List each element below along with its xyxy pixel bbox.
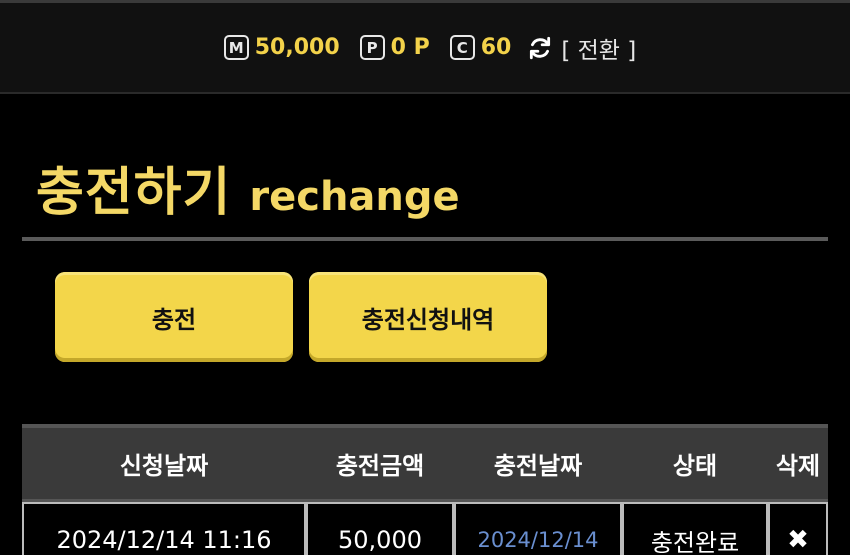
wallet-money: M 50,000 (223, 35, 340, 60)
header-request-date: 신청날짜 (119, 452, 209, 480)
cell-amount: 50,000 (306, 502, 454, 555)
cell-delete: ✖ (768, 502, 828, 555)
cell-request-date: 2024/12/14 11:16 (22, 502, 306, 555)
title-divider (22, 237, 828, 241)
header-amount: 충전금액 (335, 452, 425, 480)
table-header: 신청날짜 충전금액 충전날짜 상태 삭제 (22, 424, 828, 502)
page-title-english: rechange (249, 174, 460, 220)
refresh-icon (530, 36, 551, 59)
point-icon: P (359, 35, 385, 60)
delete-icon[interactable]: ✖ (787, 525, 809, 555)
page-title-korean: 충전하기 (36, 163, 232, 223)
coin-amount: 60 (480, 35, 512, 60)
page-title: 충전하기 rechange (36, 150, 460, 225)
point-amount: 0 P (390, 35, 430, 60)
convert-button[interactable]: [ 전환 ] (527, 31, 636, 65)
charge-history-button[interactable]: 충전신청내역 (309, 272, 547, 362)
cell-status: 충전완료 (622, 502, 768, 555)
header-delete: 삭제 (775, 452, 821, 480)
top-wallet-bar: M 50,000 P 0 P C 60 [ 전환 ] (0, 0, 850, 94)
wallet-coin: C 60 (449, 35, 512, 60)
cell-charge-date: 2024/12/14 (454, 502, 622, 555)
charge-button[interactable]: 충전 (55, 272, 293, 362)
header-charge-date: 충전날짜 (493, 452, 583, 480)
money-icon: M (223, 35, 249, 60)
header-status: 상태 (672, 452, 718, 480)
convert-label: [ 전환 ] (561, 37, 637, 64)
recharge-history-table: 신청날짜 충전금액 충전날짜 상태 삭제 2024/12/14 11:16 50… (22, 424, 828, 555)
charge-date-link[interactable]: 2024/12/14 (477, 528, 598, 552)
money-amount: 50,000 (254, 35, 340, 60)
wallet-point: P 0 P (359, 35, 430, 60)
table-row: 2024/12/14 11:16 50,000 2024/12/14 충전완료 … (22, 502, 828, 555)
coin-icon: C (449, 35, 475, 60)
